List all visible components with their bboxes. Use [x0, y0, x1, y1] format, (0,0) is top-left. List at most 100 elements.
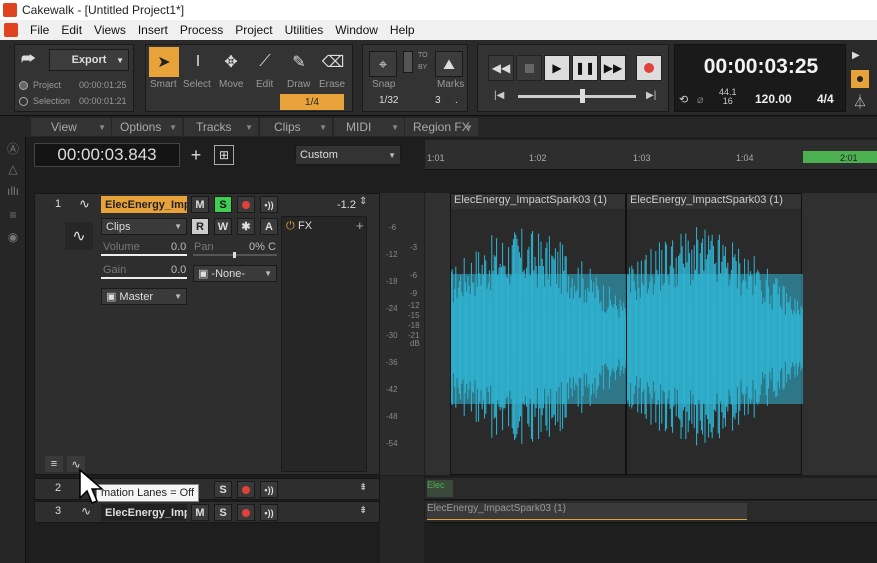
snap-button[interactable]: ⌖ [369, 51, 397, 77]
view-menu[interactable]: View ▼ [31, 118, 111, 136]
clip-a[interactable]: ElecEnergy_ImpactSpark03 (1) [450, 193, 627, 475]
menu-help[interactable]: Help [384, 23, 421, 37]
sample-rate[interactable]: 44.1 16 [719, 88, 737, 106]
export-button[interactable]: Export ▼ [49, 49, 129, 71]
tracks-menu[interactable]: Tracks ▼ [184, 118, 258, 136]
track-1-fx-bin[interactable]: ⏻ FX + [281, 216, 367, 472]
volume-slider[interactable] [101, 254, 187, 256]
track-3-clip[interactable]: ElecEnergy_ImpactSpark03 (1) [427, 503, 747, 520]
track-1-write-button[interactable]: W [214, 218, 232, 235]
fx-power-icon[interactable]: ⏻ [286, 220, 295, 233]
clip-b[interactable]: ElecEnergy_ImpactSpark03 (1) [626, 193, 803, 475]
pause-button[interactable]: ❚❚ [572, 55, 598, 81]
rewind-button[interactable]: ◀◀ [488, 55, 514, 81]
tool-resolution-button[interactable]: 1/4 [280, 94, 344, 110]
track-1-name[interactable]: ElecEnergy_Impa [101, 196, 187, 213]
menu-process[interactable]: Process [174, 23, 229, 37]
position-slider-handle[interactable] [580, 89, 585, 103]
go-to-end-icon[interactable]: ▶| [646, 90, 656, 101]
pan-slider-handle[interactable] [233, 252, 236, 258]
record-button[interactable] [636, 55, 662, 81]
play-button[interactable]: ▶ [544, 55, 570, 81]
timeline-ruler[interactable]: 1:01 1:02 1:03 1:04 2:01 [425, 140, 877, 170]
metronome-icon[interactable]: ⏃ [853, 92, 867, 112]
midi-menu[interactable]: MIDI ▼ [334, 118, 404, 136]
track-1-archive-button[interactable]: A [260, 218, 278, 235]
clips-menu[interactable]: Clips ▼ [260, 118, 332, 136]
selection-radio[interactable] [19, 97, 28, 106]
position-slider[interactable] [518, 95, 636, 98]
time-signature[interactable]: 4/4 [817, 92, 834, 106]
track-1-input-dropdown[interactable]: ▣ -None- ▼ [193, 265, 277, 282]
track-2-echo-button[interactable]: •)) [260, 481, 278, 498]
console-icon[interactable]: ◉ [5, 230, 21, 246]
track-2-record-button[interactable] [237, 481, 255, 498]
list-icon[interactable]: ≡ [5, 208, 21, 224]
menu-project[interactable]: Project [229, 23, 278, 37]
fx-add-icon[interactable]: + [356, 218, 364, 233]
arranger-icon[interactable]: Ⓐ [5, 140, 21, 156]
fast-forward-button[interactable]: ▶▶ [600, 55, 626, 81]
project-radio[interactable] [19, 81, 28, 90]
waveform-body [451, 274, 627, 404]
track-2-solo-button[interactable]: S [214, 481, 232, 498]
track-1-output-dropdown[interactable]: ▣ Master ▼ [101, 288, 187, 305]
edit-tool-button[interactable]: ⟋ [250, 47, 280, 77]
gain-slider[interactable] [101, 277, 187, 279]
ruler-mark-2: 1:02 [529, 153, 547, 163]
track-1-expand-icon[interactable]: ⇕ [359, 196, 367, 207]
track-1-record-button[interactable] [237, 196, 255, 213]
track-1-trim[interactable]: -1.2 [337, 199, 356, 211]
track-3-name[interactable]: ElecEnergy_Impa [101, 504, 187, 521]
menu-edit[interactable]: Edit [55, 23, 88, 37]
track-1-solo-button[interactable]: S [214, 196, 232, 213]
take-lanes-icon[interactable]: ≡ [45, 456, 63, 472]
transport-time[interactable]: 00:00:03:25 [675, 55, 847, 79]
punch-icon[interactable]: ⌀ [697, 93, 704, 106]
audio-icon[interactable]: ıllı [5, 184, 21, 200]
track-3-mute-button[interactable]: M [191, 504, 209, 521]
menu-utilities[interactable]: Utilities [279, 23, 330, 37]
tempo[interactable]: 120.00 [755, 92, 792, 106]
draw-tool-button[interactable]: ✎ [284, 47, 314, 77]
now-time-display[interactable]: 00:00:03.843 [34, 143, 180, 167]
track-3-record-button[interactable] [237, 504, 255, 521]
track-1-mute-button[interactable]: M [191, 196, 209, 213]
stop-button[interactable] [516, 55, 542, 81]
track-1-waveform-icon[interactable]: ∿ [65, 222, 93, 250]
track-1-freeze-button[interactable]: ✱ [237, 218, 255, 235]
options-menu[interactable]: Options ▼ [112, 118, 182, 136]
go-to-start-icon[interactable]: |◀ [494, 90, 504, 101]
select-tool-button[interactable]: I [183, 47, 213, 77]
metronome-side-icon[interactable]: △ [5, 162, 21, 178]
track-1-read-button[interactable]: R [191, 218, 209, 235]
snap-mode-toggle[interactable] [403, 51, 413, 73]
track-2-clip[interactable]: Elec [427, 480, 453, 497]
move-tool-button[interactable]: ✥ [216, 47, 246, 77]
module-next-icon[interactable]: ▶ [852, 50, 860, 61]
erase-tool-button[interactable]: ⌫ [318, 47, 348, 77]
app-menu-icon[interactable] [4, 23, 18, 37]
menu-views[interactable]: Views [88, 23, 132, 37]
region-fx-menu[interactable]: Region FX ▼ [405, 118, 478, 136]
time-display-module: 00:00:03:25 ⟲ ⌀ 44.1 16 120.00 4/4 [674, 44, 846, 112]
smart-tool-button[interactable]: ➤ [149, 47, 179, 77]
menu-file[interactable]: File [24, 23, 55, 37]
menu-window[interactable]: Window [329, 23, 384, 37]
metronome-record-button[interactable] [851, 70, 869, 88]
track-1-echo-button[interactable]: •)) [260, 196, 278, 213]
workspace-select[interactable]: Custom ▼ [295, 145, 401, 165]
menu-insert[interactable]: Insert [132, 23, 174, 37]
track-3-echo-button[interactable]: •)) [260, 504, 278, 521]
track-3-solo-button[interactable]: S [214, 504, 232, 521]
track-2-expand-icon[interactable]: ⇟ [359, 482, 367, 493]
marks-button[interactable]: ⛰ [435, 51, 463, 77]
marks-count[interactable]: 3 [435, 95, 441, 106]
add-track-icon[interactable]: + [186, 145, 206, 165]
edit-icon: ⟋ [259, 53, 271, 70]
add-folder-icon[interactable]: ⊞ [214, 145, 234, 165]
track-1-clips-dropdown[interactable]: Clips ▼ [101, 218, 187, 235]
loop-icon[interactable]: ⟲ [679, 93, 688, 106]
track-3-expand-icon[interactable]: ⇟ [359, 505, 367, 516]
snap-resolution[interactable]: 1/32 [379, 95, 398, 106]
